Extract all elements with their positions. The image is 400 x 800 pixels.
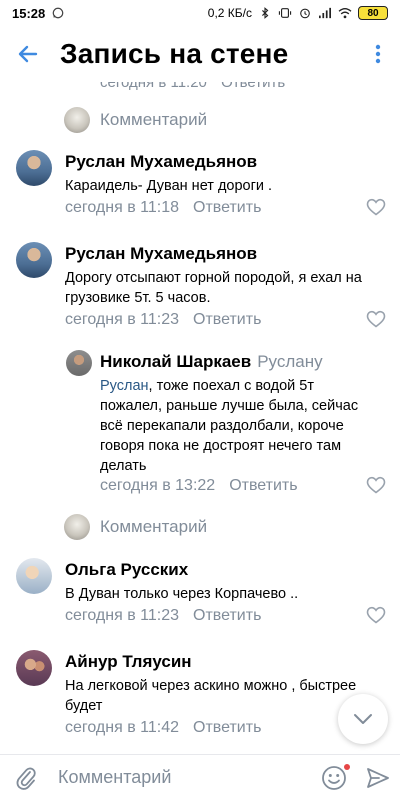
comment-author[interactable]: Николай Шаркаев: [100, 352, 251, 371]
heart-icon[interactable]: [366, 310, 386, 328]
reply-button[interactable]: Ответить: [193, 311, 261, 329]
comment-time: сегодня в 11:23: [65, 607, 180, 624]
avatar[interactable]: [16, 558, 52, 594]
reply-prompt-label: Комментарий: [100, 517, 208, 536]
status-left: 15:28: [12, 6, 65, 21]
battery-level: 80: [367, 7, 379, 19]
comment-text: На легковой через аскино можно , быстрее…: [65, 678, 357, 714]
smiley-icon: [322, 765, 346, 790]
send-button[interactable]: [356, 755, 400, 800]
reply-prompt[interactable]: Комментарий: [0, 107, 207, 133]
my-avatar: [64, 514, 90, 540]
app-header: Запись на стене: [0, 26, 400, 82]
network-speed: 0,2 КБ/с: [207, 6, 252, 20]
reply-button[interactable]: Ответить: [193, 719, 261, 737]
cut-off-reply-link[interactable]: Ответить: [221, 82, 285, 91]
comment-text: Руслан, тоже поехал с водой 5т пожалел, …: [100, 376, 370, 476]
comment-meta: сегодня в 11:18 Ответить: [65, 199, 261, 217]
wifi-icon: [338, 8, 352, 19]
reply-prompt[interactable]: Комментарий: [0, 514, 207, 540]
avatar[interactable]: [16, 242, 52, 278]
reply-button[interactable]: Ответить: [229, 477, 297, 495]
my-avatar: [64, 107, 90, 133]
attach-button[interactable]: [0, 755, 52, 800]
reply-to-label[interactable]: Руслану: [257, 352, 322, 371]
whatsapp-notification-icon: [52, 7, 64, 19]
heart-icon[interactable]: [366, 476, 386, 494]
cut-off-time: сегодня в 11:20: [100, 82, 207, 91]
comment-meta: сегодня в 11:23 Ответить: [65, 607, 261, 625]
emoji-button[interactable]: [312, 755, 356, 800]
alarm-icon: [300, 8, 310, 19]
avatar[interactable]: [16, 650, 52, 686]
comments-feed[interactable]: сегодня в 11:20 Ответить Комментарий Рус…: [0, 82, 400, 754]
more-options-button[interactable]: [356, 26, 400, 82]
scroll-down-button[interactable]: [338, 694, 388, 744]
cut-off-comment-meta: сегодня в 11:20 Ответить: [100, 82, 285, 91]
status-time: 15:28: [12, 5, 46, 21]
reply-button[interactable]: Ответить: [193, 199, 261, 217]
page-title: Запись на стене: [60, 38, 289, 69]
status-bar: 15:28 0,2 КБ/с 80: [0, 0, 400, 26]
arrow-left-icon: [18, 45, 38, 63]
comment-meta: сегодня в 11:42 Ответить: [65, 719, 261, 737]
bluetooth-icon: [262, 7, 269, 19]
comment-author[interactable]: Айнур Тляусин: [65, 652, 192, 672]
more-vertical-icon: [375, 44, 381, 64]
comment-time: сегодня в 13:22: [100, 477, 216, 494]
comment-author[interactable]: Ольга Русских: [65, 560, 188, 580]
comment-text: Дорогу отсыпают горной породой, я ехал н…: [65, 270, 362, 306]
comment-time: сегодня в 11:18: [65, 199, 180, 216]
back-button[interactable]: [0, 26, 56, 82]
comment-author[interactable]: Руслан Мухамедьянов: [65, 152, 257, 172]
comment-text: Караидель- Дуван нет дороги .: [65, 178, 273, 194]
comment-time: сегодня в 11:42: [65, 719, 180, 736]
reply-button[interactable]: Ответить: [193, 607, 261, 625]
new-badge-dot: [344, 763, 350, 770]
comment-author-line: Николай Шаркаев Руслану: [100, 352, 323, 372]
comment-author[interactable]: Руслан Мухамедьянов: [65, 244, 257, 264]
send-icon: [367, 767, 389, 788]
heart-icon[interactable]: [366, 606, 386, 624]
signal-icon: [319, 7, 331, 19]
reply-prompt-label: Комментарий: [100, 110, 208, 129]
chevron-down-icon: [354, 714, 372, 724]
comment-meta: сегодня в 11:23 Ответить: [65, 311, 261, 329]
avatar[interactable]: [16, 150, 52, 186]
mention-link[interactable]: Руслан: [100, 378, 149, 394]
status-right: 0,2 КБ/с 80: [208, 6, 388, 20]
avatar[interactable]: [66, 350, 92, 376]
comment-composer: [0, 754, 400, 800]
comment-meta: сегодня в 13:22 Ответить: [100, 477, 298, 495]
vibrate-icon: [278, 8, 292, 18]
comment-input[interactable]: [52, 754, 312, 800]
battery-indicator: 80: [358, 6, 388, 20]
comment-text: В Дуван только через Корпачево ..: [65, 586, 299, 602]
paperclip-icon: [16, 767, 36, 790]
comment-time: сегодня в 11:23: [65, 311, 180, 328]
heart-icon[interactable]: [366, 198, 386, 216]
